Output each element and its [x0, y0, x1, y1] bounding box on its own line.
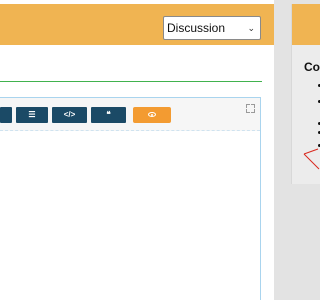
- eye-icon: [148, 112, 156, 117]
- list-button[interactable]: ☰: [16, 107, 48, 123]
- fullscreen-icon[interactable]: [246, 104, 255, 113]
- annotation-mark: [303, 148, 320, 170]
- editor-toolbar: ☰ </> ❝: [0, 98, 260, 131]
- list-icon: ☰: [28, 110, 36, 119]
- title-input[interactable]: [0, 46, 262, 82]
- title-underline: [0, 81, 262, 82]
- sidebar-title: Co: [304, 60, 320, 74]
- sidebar-header: [292, 4, 320, 45]
- preview-button[interactable]: [133, 107, 171, 123]
- editor-panel: Discussion ⌄ ☰ </> ❝: [0, 0, 274, 300]
- toolbar-button-partial[interactable]: [0, 107, 12, 123]
- markdown-editor[interactable]: ☰ </> ❝: [0, 97, 261, 300]
- quote-button[interactable]: ❝: [91, 107, 126, 123]
- post-type-select-value: Discussion: [167, 21, 226, 35]
- post-type-select[interactable]: Discussion ⌄: [163, 16, 261, 40]
- editor-header: Discussion ⌄: [0, 4, 274, 45]
- chevron-down-icon: ⌄: [247, 23, 255, 33]
- gutter: [274, 0, 291, 300]
- code-icon: </>: [63, 110, 76, 119]
- code-button[interactable]: </>: [52, 107, 87, 123]
- quote-icon: ❝: [106, 110, 111, 119]
